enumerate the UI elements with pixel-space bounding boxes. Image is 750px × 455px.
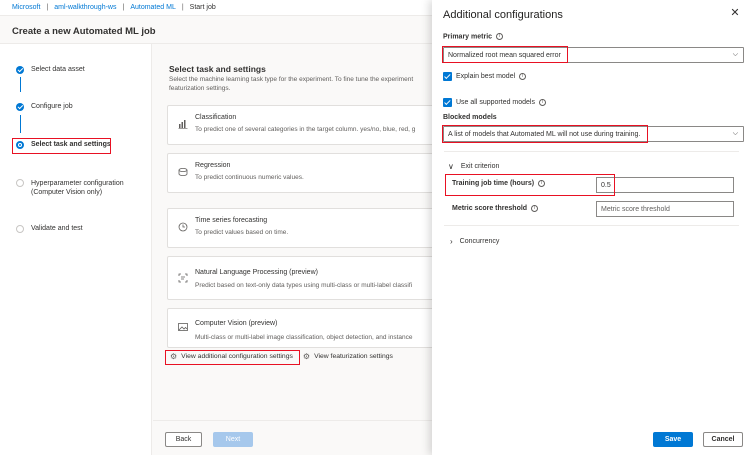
task-card-regression[interactable]: Regression To predict continuous numeric… bbox=[167, 153, 432, 193]
section-heading: Select task and settings bbox=[169, 64, 266, 74]
step-connector bbox=[19, 115, 21, 133]
intro-line1: Select the machine learning task type fo… bbox=[169, 76, 414, 83]
highlight-box bbox=[442, 125, 648, 143]
breadcrumb-automated-ml[interactable]: Automated ML bbox=[130, 4, 176, 11]
info-icon[interactable]: i bbox=[496, 33, 504, 40]
view-featurization-link[interactable]: ⚙ View featurization settings bbox=[303, 352, 393, 361]
card-description: Predict based on text-only data types us… bbox=[195, 282, 413, 289]
exit-criterion-toggle[interactable]: ∨ Exit criterion bbox=[448, 162, 499, 171]
info-icon[interactable]: i bbox=[531, 205, 539, 212]
breadcrumb-workspace[interactable]: aml-walkthrough-ws bbox=[54, 4, 116, 11]
clock-icon bbox=[178, 222, 188, 232]
divider bbox=[444, 151, 739, 152]
panel-title: Additional configurations bbox=[443, 9, 563, 21]
main-content: Select task and settings Select the mach… bbox=[153, 44, 432, 455]
step-hyperparameter-configuration[interactable]: Hyperparameter configuration (Computer V… bbox=[16, 179, 124, 197]
back-button[interactable]: Back bbox=[165, 432, 202, 447]
step-connector bbox=[19, 77, 21, 92]
close-icon[interactable]: ✕ bbox=[730, 8, 740, 19]
step-label: Validate and test bbox=[31, 225, 83, 232]
highlight-box bbox=[165, 350, 300, 365]
step-validate-and-test[interactable]: Validate and test bbox=[16, 225, 83, 233]
blocked-models-label: Blocked models bbox=[443, 114, 497, 121]
intro-line2: featurization settings. bbox=[169, 85, 231, 92]
breadcrumb-separator: | bbox=[46, 4, 49, 11]
card-title: Natural Language Processing (preview) bbox=[195, 269, 318, 276]
checkbox-checked-icon bbox=[443, 98, 452, 107]
metric-threshold-input[interactable]: Metric score threshold bbox=[596, 201, 734, 217]
section-label: Concurrency bbox=[459, 238, 500, 245]
chevron-down-icon: ⌵ bbox=[732, 130, 738, 137]
card-description: To predict one of several categories in … bbox=[195, 126, 416, 133]
concurrency-toggle[interactable]: › Concurrency bbox=[450, 237, 499, 246]
empty-circle-icon bbox=[16, 225, 24, 233]
breadcrumb-start-job: Start job bbox=[189, 4, 216, 11]
text-scan-icon bbox=[178, 273, 188, 283]
checkbox-checked-icon bbox=[443, 72, 452, 81]
link-label: View featurization settings bbox=[314, 353, 393, 360]
training-time-input[interactable]: 0.5 bbox=[596, 177, 734, 193]
breadcrumb-separator: | bbox=[122, 4, 125, 11]
check-circle-icon bbox=[16, 103, 24, 111]
task-card-nlp[interactable]: Natural Language Processing (preview) Pr… bbox=[167, 256, 432, 300]
empty-circle-icon bbox=[16, 179, 24, 187]
divider bbox=[153, 420, 432, 421]
metric-threshold-label: Metric score threshold i bbox=[452, 205, 539, 212]
section-label: Exit criterion bbox=[460, 163, 500, 170]
checkbox-label: Explain best model bbox=[456, 73, 516, 80]
step-select-data-asset[interactable]: Select data asset bbox=[16, 66, 85, 74]
breadcrumb-separator: | bbox=[181, 4, 184, 11]
breadcrumb-microsoft[interactable]: Microsoft bbox=[12, 4, 40, 11]
stack-icon bbox=[178, 167, 188, 177]
card-title: Time series forecasting bbox=[195, 217, 268, 224]
card-description: To predict values based on time. bbox=[195, 229, 289, 236]
step-label: Configure job bbox=[31, 103, 73, 110]
card-description: Multi-class or multi-label image classif… bbox=[195, 334, 413, 341]
checkbox-label: Use all supported models bbox=[456, 99, 535, 106]
image-icon bbox=[178, 323, 188, 331]
card-title: Computer Vision (preview) bbox=[195, 320, 278, 327]
chevron-down-icon: ∨ bbox=[448, 162, 454, 171]
highlight-box bbox=[445, 174, 615, 196]
divider bbox=[444, 225, 739, 226]
task-card-computer-vision[interactable]: Computer Vision (preview) Multi-class or… bbox=[167, 308, 432, 348]
field-label: Primary metric bbox=[443, 33, 493, 41]
use-all-models-checkbox[interactable]: Use all supported models i bbox=[443, 98, 546, 107]
step-label-line1: Hyperparameter configuration bbox=[31, 180, 124, 187]
save-button[interactable]: Save bbox=[653, 432, 693, 447]
next-button[interactable]: Next bbox=[213, 432, 253, 447]
cancel-button[interactable]: Cancel bbox=[703, 432, 743, 447]
wizard-stepper: Select data asset Configure job Select t… bbox=[0, 44, 152, 455]
step-label: Select data asset bbox=[31, 66, 85, 73]
highlight-box bbox=[442, 46, 568, 63]
check-circle-icon bbox=[16, 66, 24, 74]
task-card-time-series-forecasting[interactable]: Time series forecasting To predict value… bbox=[167, 208, 432, 248]
primary-metric-label: Primary metric i bbox=[443, 33, 504, 41]
section-intro: Select the machine learning task type fo… bbox=[169, 75, 432, 93]
task-card-classification[interactable]: Classification To predict one of several… bbox=[167, 105, 432, 145]
featurization-icon: ⚙ bbox=[302, 352, 311, 361]
field-label: Metric score threshold bbox=[452, 205, 528, 212]
card-description: To predict continuous numeric values. bbox=[195, 174, 304, 181]
chevron-down-icon: ⌵ bbox=[732, 51, 738, 58]
input-placeholder: Metric score threshold bbox=[601, 205, 670, 213]
card-title: Regression bbox=[195, 162, 231, 169]
step-configure-job[interactable]: Configure job bbox=[16, 103, 73, 111]
additional-configurations-panel: Additional configurations ✕ Primary metr… bbox=[432, 0, 750, 455]
step-label-line2: (Computer Vision only) bbox=[31, 189, 103, 196]
info-icon[interactable]: i bbox=[519, 73, 527, 80]
card-title: Classification bbox=[195, 114, 237, 121]
info-icon[interactable]: i bbox=[539, 99, 546, 106]
page-title: Create a new Automated ML job bbox=[12, 26, 156, 37]
highlight-box bbox=[12, 138, 111, 154]
chevron-right-icon: › bbox=[450, 237, 453, 246]
explain-best-model-checkbox[interactable]: Explain best model i bbox=[443, 72, 527, 81]
step-label: Hyperparameter configuration (Computer V… bbox=[31, 179, 124, 197]
bar-chart-icon bbox=[178, 120, 188, 129]
